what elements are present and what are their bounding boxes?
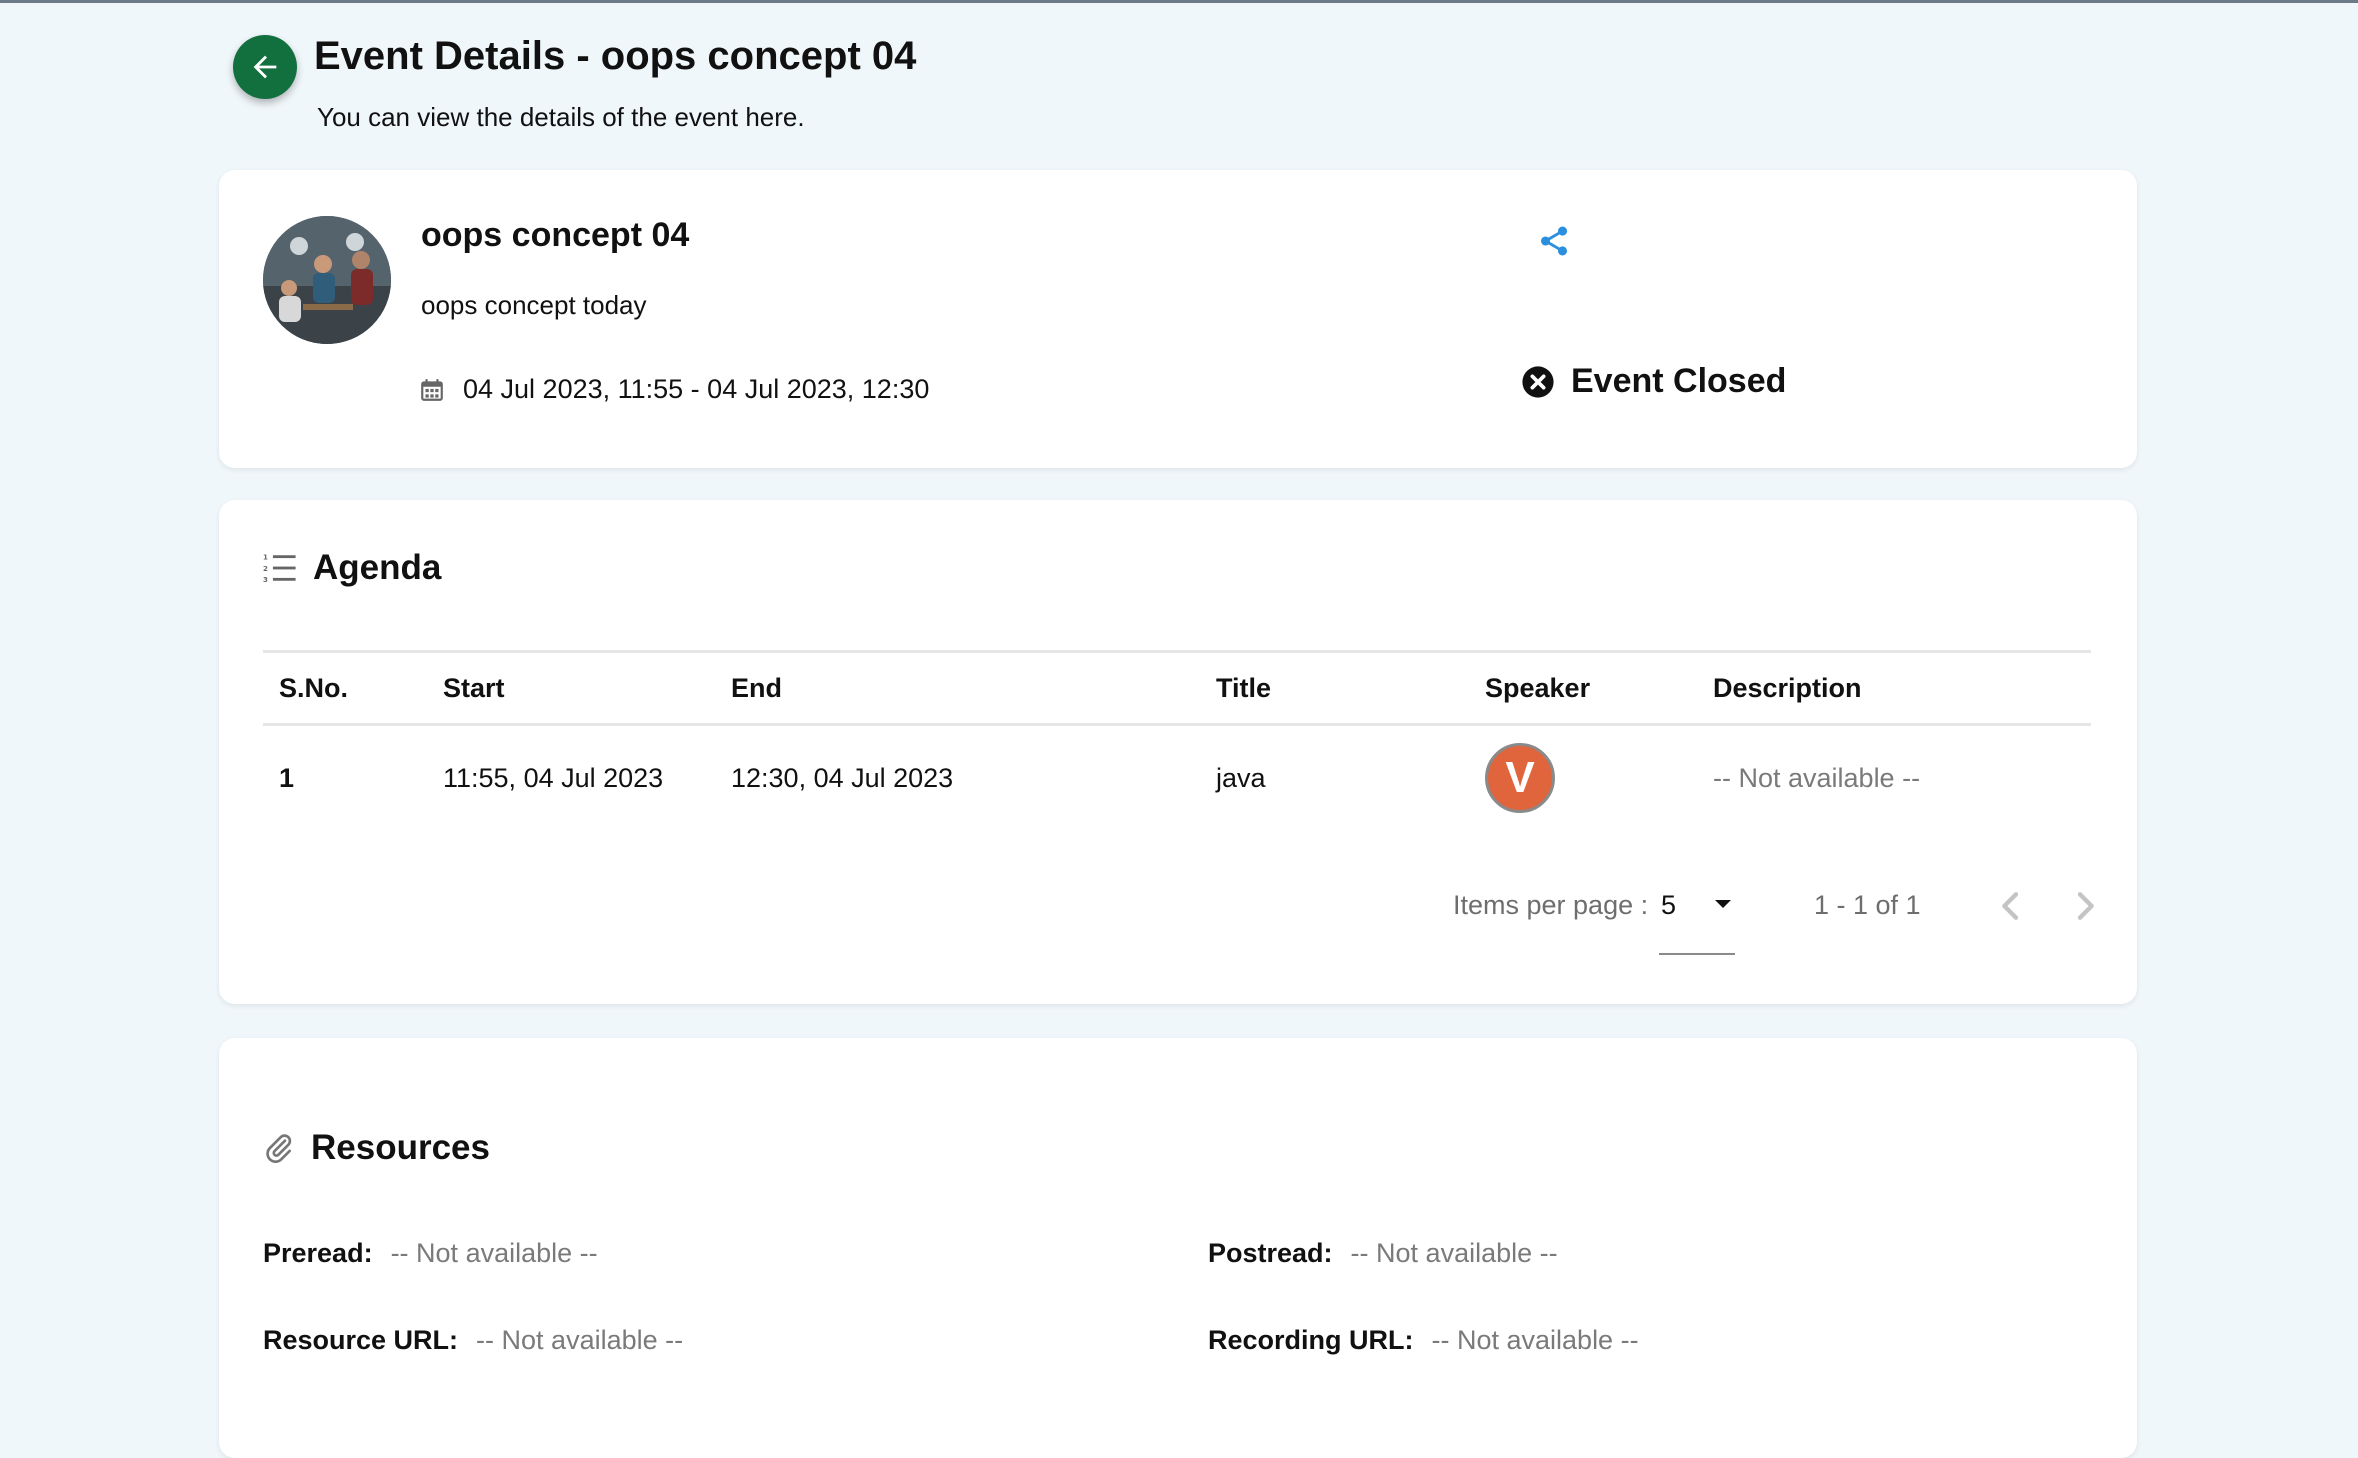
cell-start: 11:55, 04 Jul 2023 [443, 762, 664, 793]
cell-description: -- Not available -- [1713, 762, 1921, 793]
items-per-page-label: Items per page : [1453, 890, 1649, 920]
chevron-right-icon [2077, 892, 2094, 920]
event-summary-card: oops concept 04 oops concept today 04 Ju… [219, 170, 2137, 468]
arrow-left-icon [253, 55, 277, 79]
col-end: End [715, 650, 1200, 726]
caret-down-icon [1715, 900, 1731, 908]
col-speaker: Speaker [1469, 650, 1697, 726]
agenda-heading: 1 2 3 Agenda [263, 548, 441, 588]
agenda-card: 1 2 3 Agenda S.No. Start End Title Speak… [219, 500, 2137, 1004]
col-start: Start [427, 650, 715, 726]
postread-row: Postread: -- Not available -- [1208, 1238, 1558, 1269]
resource-url-row: Resource URL: -- Not available -- [263, 1325, 683, 1356]
col-description: Description [1697, 650, 2091, 726]
top-border [0, 0, 2358, 3]
resources-title: Resources [311, 1128, 490, 1167]
page-title: Event Details - oops concept 04 [314, 34, 917, 78]
event-name: oops concept 04 [421, 216, 690, 254]
speaker-avatar[interactable]: V [1485, 743, 1555, 814]
agenda-table: S.No. Start End Title Speaker Descriptio… [263, 650, 2091, 831]
agenda-header-row: S.No. Start End Title Speaker Descriptio… [263, 650, 2091, 726]
page-subtitle: You can view the details of the event he… [317, 102, 805, 132]
cell-end: 12:30, 04 Jul 2023 [731, 762, 954, 793]
cell-title: java [1216, 762, 1266, 793]
back-button[interactable] [233, 35, 297, 99]
preread-row: Preread: -- Not available -- [263, 1238, 598, 1269]
recording-url-value: -- Not available -- [1431, 1325, 1639, 1355]
agenda-title: Agenda [313, 548, 442, 587]
numbered-list-icon: 1 2 3 [263, 553, 296, 584]
preread-value: -- Not available -- [390, 1238, 598, 1268]
col-title: Title [1200, 650, 1469, 726]
event-status: Event Closed [1521, 362, 1786, 401]
postread-label: Postread: [1208, 1238, 1333, 1268]
resource-url-label: Resource URL: [263, 1325, 459, 1355]
next-page-button[interactable] [2065, 886, 2105, 926]
previous-page-button[interactable] [1991, 886, 2031, 926]
postread-value: -- Not available -- [1350, 1238, 1558, 1268]
paperclip-icon [266, 1134, 292, 1163]
col-sno: S.No. [263, 650, 427, 726]
svg-text:1: 1 [263, 553, 268, 562]
chevron-left-icon [2002, 892, 2019, 920]
event-image [263, 216, 391, 344]
svg-text:3: 3 [263, 575, 268, 584]
resources-heading: Resources [263, 1128, 490, 1168]
items-per-page-value: 5 [1661, 890, 1677, 920]
share-button[interactable] [1537, 224, 1571, 258]
recording-url-row: Recording URL: -- Not available -- [1208, 1325, 1639, 1356]
cell-speaker: V [1469, 725, 1697, 831]
event-datetime-row: 04 Jul 2023, 11:55 - 04 Jul 2023, 12:30 [419, 374, 929, 405]
event-description: oops concept today [421, 290, 647, 320]
calendar-icon [421, 378, 443, 401]
resource-url-value: -- Not available -- [476, 1325, 684, 1355]
resources-card: Resources Preread: -- Not available -- P… [219, 1038, 2137, 1458]
svg-text:2: 2 [263, 564, 268, 573]
event-status-label: Event Closed [1571, 362, 1787, 400]
recording-url-label: Recording URL: [1208, 1325, 1414, 1355]
close-circle-icon [1522, 365, 1554, 398]
pagination-range: 1 - 1 of 1 [1814, 890, 1921, 920]
share-icon [1540, 226, 1568, 256]
event-datetime: 04 Jul 2023, 11:55 - 04 Jul 2023, 12:30 [463, 374, 930, 404]
preread-label: Preread: [263, 1238, 373, 1268]
items-per-page-select[interactable]: 5 [1659, 880, 1735, 955]
cell-sno: 1 [279, 762, 295, 793]
table-row: 1 11:55, 04 Jul 2023 12:30, 04 Jul 2023 … [263, 725, 2091, 831]
